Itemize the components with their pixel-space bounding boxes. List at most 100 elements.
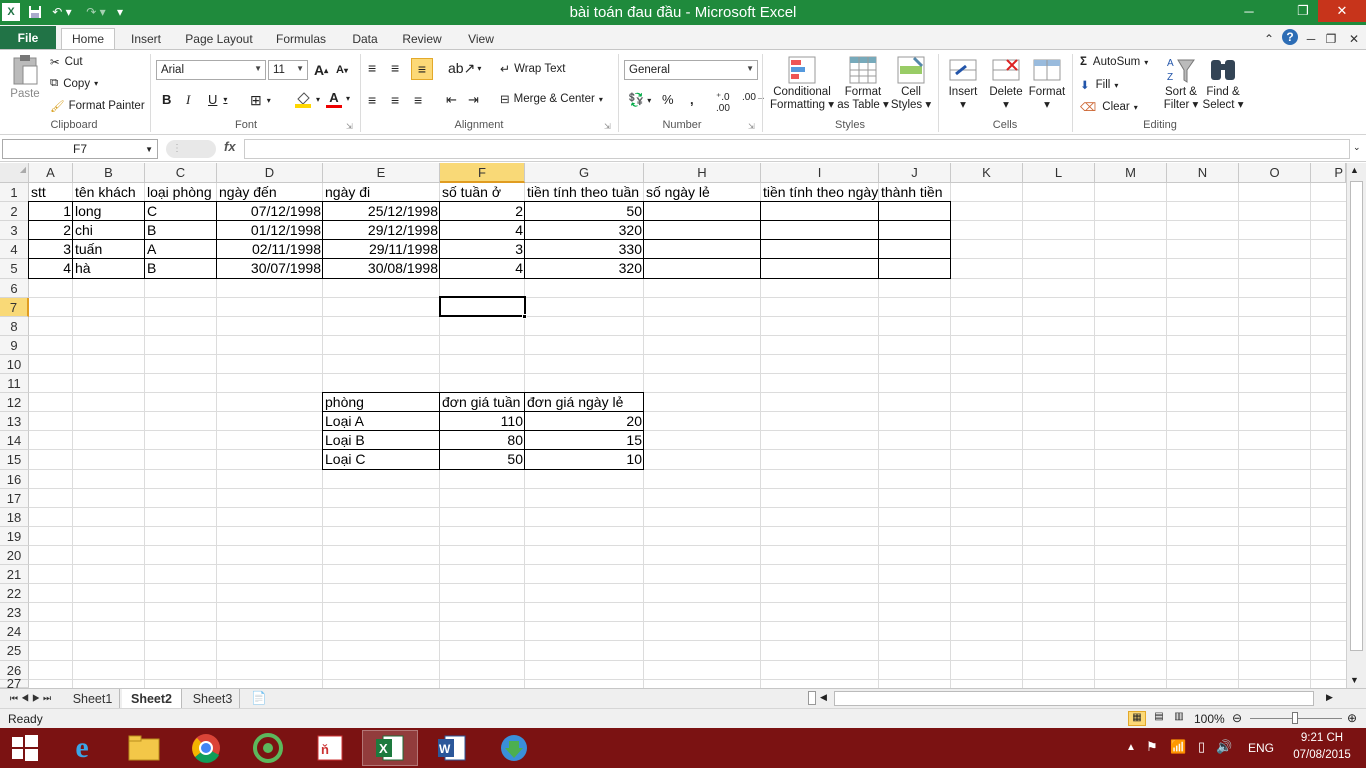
tab-review[interactable]: Review [398,28,446,49]
page-break-view-icon[interactable]: ▥ [1170,711,1188,726]
show-hidden-icons-icon[interactable]: ▲ [1126,742,1136,753]
excel-taskbar-icon[interactable]: X [362,730,418,766]
insert-sheet-icon[interactable]: 📄 [244,689,274,708]
orientation-icon[interactable]: ab↗ ▾ [448,60,481,77]
column-header[interactable]: G [525,163,644,183]
shrink-font-icon[interactable]: A ▾ [336,64,348,76]
row-header[interactable]: 7 [0,298,29,317]
row-header[interactable]: 4 [0,240,29,259]
font-size-select[interactable]: 11 ▼ [268,60,308,80]
row-header[interactable]: 12 [0,393,29,412]
vertical-scrollbar[interactable]: ▲ ▼ [1346,163,1366,688]
find-select-button[interactable]: Find & Select ▾ [1202,54,1244,112]
column-header[interactable]: K [951,163,1023,183]
align-middle-icon[interactable]: ≡ [391,60,399,76]
sheet-tab[interactable]: Sheet1 [66,689,120,708]
increase-decimal-icon[interactable]: ⁺.0.00 [716,92,730,114]
copy-button[interactable]: ⧉ Copy ▾ [50,77,98,90]
download-manager-icon[interactable] [486,730,542,766]
row-header[interactable]: 25 [0,641,29,661]
row-header[interactable]: 11 [0,374,29,393]
format-as-table-button[interactable]: Format as Table ▾ [837,54,889,112]
file-explorer-icon[interactable] [116,730,172,766]
row-header[interactable]: 18 [0,508,29,527]
sheet-tab[interactable]: Sheet3 [186,689,240,708]
row-header[interactable]: 2 [0,202,29,221]
row-header[interactable]: 13 [0,412,29,431]
wrap-text-button[interactable]: ↵ Wrap Text [500,62,565,76]
close-icon[interactable]: ✕ [1318,0,1366,22]
tab-formulas[interactable]: Formulas [272,28,330,49]
tab-file[interactable]: File [0,26,56,49]
percent-icon[interactable]: % [662,92,674,107]
clock-date[interactable]: 07/08/2015 [1284,749,1360,761]
tab-page-layout[interactable]: Page Layout [182,28,256,49]
cell[interactable]: stt [29,183,73,202]
tab-view[interactable]: View [462,28,500,49]
cell[interactable]: thành tiền [879,183,951,202]
fill-handle[interactable] [522,314,527,319]
column-header[interactable]: O [1239,163,1311,183]
doc-close-icon[interactable]: ✕ [1346,28,1362,49]
column-header[interactable]: P [1311,163,1346,183]
fill-color-icon[interactable]: ▾ [294,90,320,108]
column-header[interactable]: C [145,163,217,183]
column-header[interactable]: I [761,163,879,183]
minimize-icon[interactable]: ─ [1236,0,1262,22]
language-indicator[interactable]: ENG [1248,741,1274,755]
coccoc-icon[interactable] [240,730,296,766]
borders-icon[interactable]: ⊞ ▾ [250,92,271,109]
cell[interactable]: loại phòng [145,183,217,202]
sort-filter-button[interactable]: AZ Sort & Filter ▾ [1160,54,1202,112]
cell[interactable]: ngày đến [217,183,323,202]
format-painter-button[interactable]: 🖌 Format Painter [50,99,145,113]
grow-font-icon[interactable]: A ▴ [314,62,328,78]
format-cells-button[interactable]: Format ▾ [1026,54,1068,112]
cell-styles-button[interactable]: Cell Styles ▾ [890,54,932,112]
align-right-icon[interactable]: ≡ [414,92,422,108]
underline-icon[interactable]: U ▾ [208,92,227,107]
font-dialog-launcher-icon[interactable]: ⇲ [346,122,353,131]
zoom-in-icon[interactable]: ⊕ [1347,711,1357,725]
comma-style-icon[interactable]: , [690,92,694,107]
row-header[interactable]: 1 [0,183,29,202]
column-header[interactable]: M [1095,163,1167,183]
row-header[interactable]: 6 [0,279,29,298]
row-header[interactable]: 8 [0,317,29,336]
scroll-up-icon[interactable]: ▲ [1350,165,1359,175]
tab-split-handle[interactable] [808,691,816,705]
name-box[interactable]: F7 ▼ [2,139,158,159]
cell[interactable]: tiền tính theo ngày [761,183,879,202]
row-header[interactable]: 3 [0,221,29,240]
column-header-selected[interactable]: F [440,163,525,183]
row-header[interactable]: 21 [0,565,29,584]
column-header[interactable]: N [1167,163,1239,183]
column-header[interactable]: H [644,163,761,183]
restore-icon[interactable]: ❐ [1290,0,1316,22]
column-header[interactable]: J [879,163,951,183]
paste-button[interactable]: Paste [8,54,42,110]
row-header[interactable]: 14 [0,431,29,450]
doc-restore-icon[interactable]: ❐ [1324,28,1338,49]
merge-center-button[interactable]: ⊟ Merge & Center ▾ [500,92,603,106]
doc-minimize-icon[interactable]: ─ [1304,28,1318,49]
row-header[interactable]: 24 [0,622,29,641]
font-name-select[interactable]: Arial ▼ [156,60,266,80]
column-header[interactable]: A [29,163,73,183]
cell[interactable]: số tuần ở [440,183,525,202]
clock-time[interactable]: 9:21 CH [1284,732,1360,744]
tab-home[interactable]: Home [61,28,115,49]
scroll-left-icon[interactable]: ◀ [820,692,827,703]
page-layout-view-icon[interactable]: ▤ [1150,711,1168,726]
insert-function-icon[interactable]: fx [224,139,236,154]
conditional-formatting-button[interactable]: Conditional Formatting ▾ [766,54,838,112]
action-center-icon[interactable]: ⚑ [1146,739,1158,755]
unikey-icon[interactable]: ň [302,730,358,766]
volume-icon[interactable]: 🔊 [1216,739,1232,755]
horizontal-scroll-thumb[interactable] [834,691,1314,706]
network-icon[interactable]: 📶 [1170,739,1186,755]
row-header[interactable]: 22 [0,584,29,603]
windows-start-icon[interactable] [0,730,50,766]
autosum-button[interactable]: Σ AutoSum ▾ [1080,56,1148,68]
scroll-right-icon[interactable]: ▶ [1326,692,1333,703]
